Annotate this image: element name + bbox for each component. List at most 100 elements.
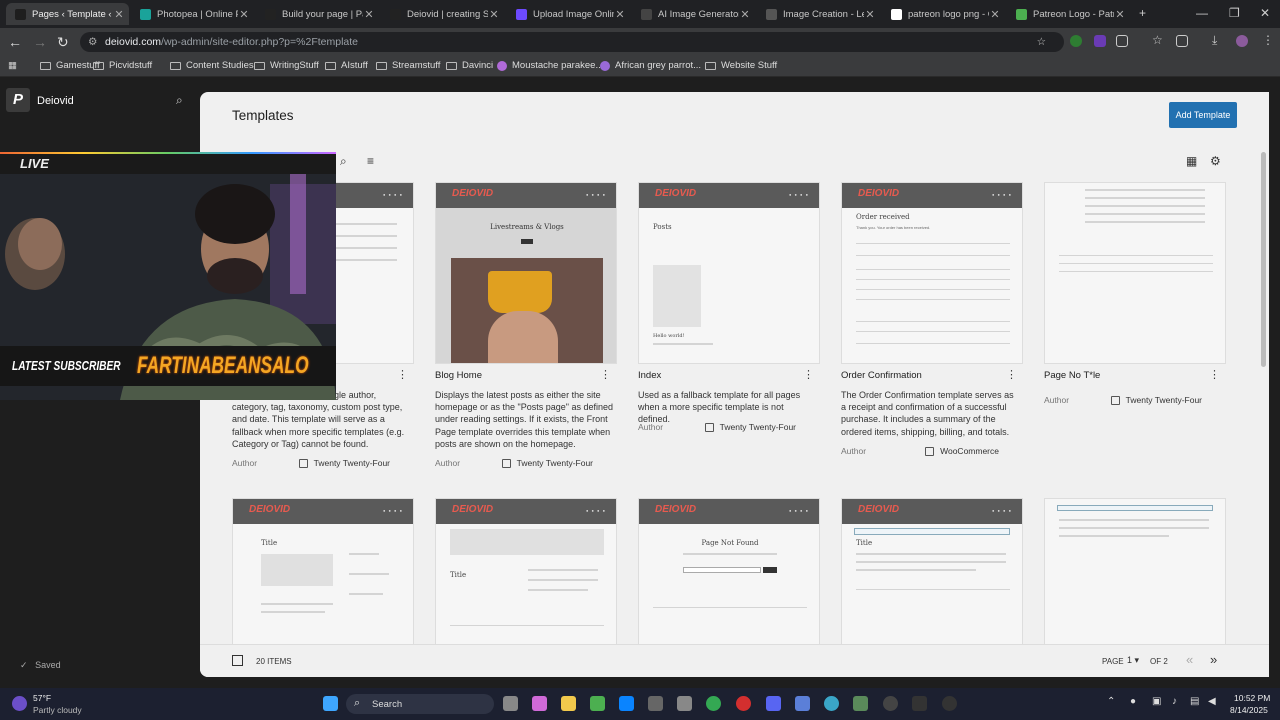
browser-tab[interactable]: Image Creation - Leo ✕ (757, 3, 880, 25)
app-icon[interactable] (677, 696, 692, 711)
network-icon[interactable]: ▤ (1190, 696, 1199, 707)
bookmark-item[interactable]: Content Studies (170, 60, 254, 71)
template-preview[interactable]: DEIOVID ● ● ● ● Posts Hello world! (638, 182, 820, 364)
forward-button[interactable]: → (33, 33, 47, 51)
task-view-icon[interactable] (503, 696, 518, 711)
bookmark-item[interactable]: Davinci (446, 60, 493, 71)
browser-tab[interactable]: Pages ‹ Template ‹ De✕ (6, 3, 129, 25)
template-title[interactable]: Blog Home (435, 370, 482, 381)
bookmark-item[interactable]: Moustache parakee... (497, 60, 603, 71)
close-tab-icon[interactable]: ✕ (488, 8, 500, 21)
browser-tab[interactable]: Deiovid | creating Stre✕ (381, 3, 504, 25)
search-icon[interactable]: ⌕ (176, 93, 183, 108)
clock-time[interactable]: 10:52 PM (1234, 693, 1270, 703)
address-bar[interactable]: ⚙ deiovid.com/wp-admin/site-editor.php?p… (80, 32, 1064, 52)
discord-icon[interactable] (766, 696, 781, 711)
extension-icon[interactable] (1070, 35, 1082, 47)
browser-tab[interactable]: Photopea | Online Ph✕ (131, 3, 254, 25)
bookmarks-star-icon[interactable]: ☆ (1152, 33, 1164, 47)
site-info-icon[interactable]: ⚙ (88, 32, 97, 52)
prev-page-button[interactable]: « (1186, 652, 1193, 667)
reload-button[interactable]: ↻ (57, 33, 69, 51)
bookmark-item[interactable]: AIstuff (325, 60, 368, 71)
app-icon[interactable] (736, 696, 751, 711)
media-icon[interactable] (1176, 35, 1188, 47)
bookmark-item[interactable]: WritingStuff (254, 60, 319, 71)
tray-chevron-icon[interactable]: ⌃ (1107, 696, 1115, 707)
taskbar-search[interactable]: ⌕ Search (346, 694, 494, 714)
close-tab-icon[interactable]: ✕ (238, 8, 250, 21)
bookmark-star-icon[interactable]: ☆ (1037, 32, 1046, 52)
template-title[interactable]: Page No T*le (1044, 370, 1100, 381)
template-preview[interactable]: DEIOVID ● ● ● ● Order received Thank you. Y… (841, 182, 1023, 364)
close-tab-icon[interactable]: ✕ (614, 8, 626, 21)
back-button[interactable]: ← (8, 33, 22, 51)
template-preview[interactable]: DEIOVID ● ● ● ● Livestreams & Vlogs (435, 182, 617, 364)
close-tab-icon[interactable]: ✕ (363, 8, 375, 21)
scrollbar-thumb[interactable] (1261, 152, 1266, 367)
search-icon[interactable]: ⌕ (340, 154, 347, 169)
more-actions-icon[interactable]: ⋮ (1006, 368, 1017, 381)
grid-view-icon[interactable]: ▦ (1186, 154, 1197, 168)
new-tab-button[interactable]: + (1139, 6, 1146, 20)
app-icon[interactable] (853, 696, 868, 711)
select-all-checkbox[interactable] (232, 655, 243, 666)
browser-tab[interactable]: Build your page | Patr✕ (256, 3, 379, 25)
next-page-button[interactable]: » (1210, 652, 1217, 667)
profile-avatar[interactable] (1236, 35, 1248, 47)
app-icon[interactable] (824, 696, 839, 711)
settings-gear-icon[interactable]: ⚙ (1210, 154, 1221, 168)
browser-tab[interactable]: Patreon Logo - Patre ✕ (1007, 3, 1130, 25)
more-actions-icon[interactable]: ⋮ (1209, 368, 1220, 381)
file-explorer-icon[interactable] (561, 696, 576, 711)
menu-dots-icon[interactable]: ⋮ (1262, 33, 1274, 47)
add-template-button[interactable]: Add Template (1169, 102, 1237, 128)
windows-start-icon[interactable] (323, 696, 338, 711)
copilot-icon[interactable] (532, 696, 547, 711)
more-actions-icon[interactable]: ⋮ (803, 368, 814, 381)
more-actions-icon[interactable]: ⋮ (397, 368, 408, 381)
browser-tab[interactable]: Upload Image Online ✕ (507, 3, 630, 25)
download-icon[interactable]: ⤓ (1212, 33, 1224, 47)
apps-grid-icon[interactable]: ▦ (8, 60, 17, 71)
template-preview[interactable]: DEIOVID● ● ● ● (1044, 182, 1226, 364)
site-name[interactable]: Deiovid (37, 95, 74, 107)
clock-date[interactable]: 8/14/2025 (1230, 705, 1268, 715)
template-title[interactable]: Order Confirmation (841, 370, 922, 381)
close-tab-icon[interactable]: ✕ (1114, 8, 1126, 21)
bookmark-item[interactable]: Website Stuff (705, 60, 777, 71)
restore-button[interactable]: ❐ (1229, 6, 1240, 20)
mic-icon[interactable]: ♪ (1172, 696, 1177, 707)
tray-icon[interactable]: ▣ (1152, 696, 1161, 707)
site-logo[interactable]: P (6, 88, 30, 112)
app-icon[interactable] (942, 696, 957, 711)
browser-tab[interactable]: AI Image Generator - ✕ (632, 3, 755, 25)
browser-tab[interactable]: patreon logo png - G ✕ (882, 3, 1005, 25)
store-icon[interactable] (619, 696, 634, 711)
volume-icon[interactable]: ◀ (1208, 696, 1216, 707)
minimize-button[interactable]: — (1196, 6, 1208, 20)
close-tab-icon[interactable]: ✕ (989, 8, 1001, 21)
minecraft-icon[interactable] (590, 696, 605, 711)
bookmark-item[interactable]: Gamestuff (40, 60, 100, 71)
extensions-puzzle-icon[interactable] (1116, 35, 1128, 47)
tray-icon[interactable]: ● (1130, 696, 1136, 707)
chrome-icon[interactable] (706, 696, 721, 711)
app-icon[interactable] (795, 696, 810, 711)
obs-icon[interactable] (912, 696, 927, 711)
close-tab-icon[interactable]: ✕ (113, 8, 125, 21)
more-actions-icon[interactable]: ⋮ (600, 368, 611, 381)
app-icon[interactable] (883, 696, 898, 711)
template-title[interactable]: Index (638, 370, 661, 381)
extension-icon[interactable] (1094, 35, 1106, 47)
bookmark-item[interactable]: African grey parrot... (600, 60, 701, 71)
filter-icon[interactable]: ≡ (367, 154, 374, 168)
close-tab-icon[interactable]: ✕ (739, 8, 751, 21)
weather-icon[interactable] (12, 696, 27, 711)
calculator-icon[interactable] (648, 696, 663, 711)
bookmark-item[interactable]: Picvidstuff (93, 60, 152, 71)
bookmark-item[interactable]: Streamstuff (376, 60, 440, 71)
page-select[interactable]: 1 ▾ (1127, 655, 1139, 666)
close-tab-icon[interactable]: ✕ (864, 8, 876, 21)
close-window-button[interactable]: ✕ (1260, 6, 1270, 20)
